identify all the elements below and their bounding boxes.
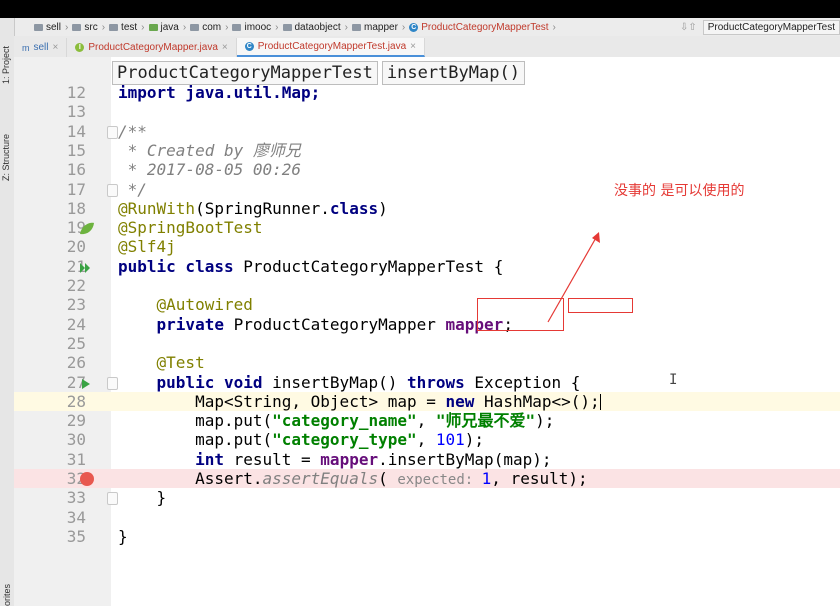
ide-window: sell › src › test › java › com › imooc ›… (0, 0, 840, 606)
annotation-note: 没事的 是可以使用的 (614, 183, 745, 199)
annotation-arrow (547, 232, 600, 323)
mouse-text-cursor: I (669, 372, 678, 388)
